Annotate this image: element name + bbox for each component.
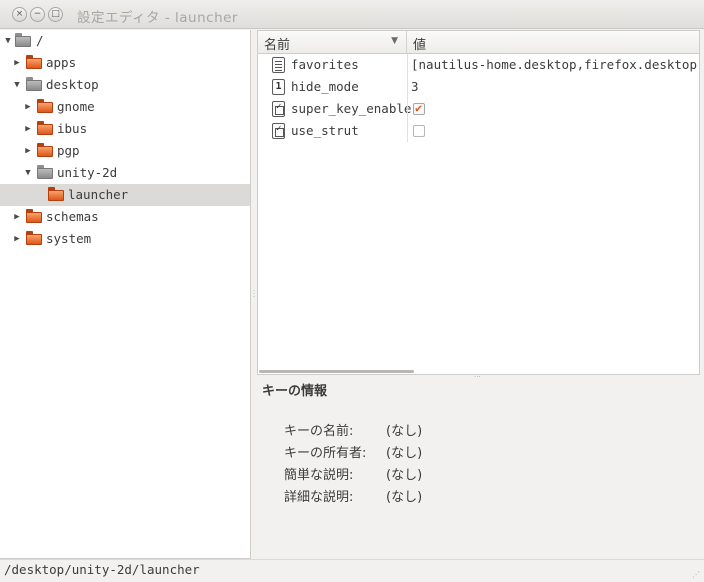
key-info-label: キーの所有者: xyxy=(284,446,367,461)
tree-item-ibus[interactable]: ▶ ibus xyxy=(0,118,250,140)
tree-item-root[interactable]: ▼ / xyxy=(0,30,250,52)
tree-item-pgp[interactable]: ▶ pgp xyxy=(0,140,250,162)
keys-list[interactable]: 名前 ▼ 値 favorites [nautilus-home.desktop,… xyxy=(257,30,700,375)
window-title: 設定エディタ - launcher xyxy=(77,10,238,26)
folder-icon xyxy=(26,231,42,245)
tree-item-launcher[interactable]: launcher xyxy=(0,184,250,206)
status-path: /desktop/unity-2d/launcher xyxy=(4,562,200,577)
folder-icon xyxy=(37,143,53,157)
key-name: favorites xyxy=(291,57,359,72)
minimize-icon: − xyxy=(33,9,42,19)
expander-collapsed-icon[interactable]: ▶ xyxy=(23,100,33,114)
tree-item-unity-2d[interactable]: ▼ unity-2d xyxy=(0,162,250,184)
key-info-value: (なし) xyxy=(386,468,423,483)
expander-collapsed-icon[interactable]: ▶ xyxy=(12,210,22,224)
keys-header: 名前 ▼ 値 xyxy=(258,31,699,54)
value-checkbox[interactable] xyxy=(413,101,425,115)
tree-item-label: desktop xyxy=(46,77,99,92)
expander-collapsed-icon[interactable]: ▶ xyxy=(23,144,33,158)
expander-expanded-icon[interactable]: ▼ xyxy=(12,78,22,92)
horizontal-scrollbar[interactable] xyxy=(259,370,414,373)
expander-expanded-icon[interactable]: ▼ xyxy=(23,166,33,180)
tree-item-apps[interactable]: ▶ apps xyxy=(0,52,250,74)
tree-item-label: / xyxy=(36,33,44,48)
expander-collapsed-icon[interactable]: ▶ xyxy=(23,122,33,136)
expander-expanded-icon[interactable]: ▼ xyxy=(3,34,13,48)
sort-descending-icon: ▼ xyxy=(391,36,398,46)
pane-splitter-handle[interactable]: ··· xyxy=(474,374,486,381)
tree-item-label: system xyxy=(46,231,92,246)
tree-item-label: apps xyxy=(46,55,77,70)
tree-item-label: pgp xyxy=(57,143,80,158)
key-info-value: (なし) xyxy=(386,446,423,461)
key-row-favorites[interactable]: favorites [nautilus-home.desktop,firefox… xyxy=(258,54,699,76)
folder-icon xyxy=(15,33,31,47)
key-info-row: キーの名前: (なし) xyxy=(284,420,422,439)
key-row-use-strut[interactable]: use_strut xyxy=(258,120,699,142)
integer-type-icon: 1 xyxy=(272,79,285,95)
value-checkbox[interactable] xyxy=(413,125,425,137)
column-header-name[interactable]: 名前 ▼ xyxy=(258,31,407,54)
key-row-hide-mode[interactable]: 1 hide_mode 3 xyxy=(258,76,699,98)
close-icon: × xyxy=(15,9,24,19)
tree-item-gnome[interactable]: ▶ gnome xyxy=(0,96,250,118)
key-info-row: 簡単な説明: (なし) xyxy=(284,464,422,483)
boolean-type-icon xyxy=(272,101,285,117)
expander-collapsed-icon[interactable]: ▶ xyxy=(12,232,22,246)
key-info-label: 簡単な説明: xyxy=(284,468,354,483)
key-info-label: 詳細な説明: xyxy=(284,490,354,505)
close-button[interactable]: × xyxy=(12,7,27,22)
tree-item-label: unity-2d xyxy=(57,165,118,180)
key-info-title: キーの情報 xyxy=(262,384,328,399)
key-info-value: (なし) xyxy=(386,490,423,505)
tree-item-desktop[interactable]: ▼ desktop xyxy=(0,74,250,96)
title-bar: × − □ 設定エディタ - launcher xyxy=(0,0,704,29)
boolean-type-icon xyxy=(272,123,285,139)
maximize-button[interactable]: □ xyxy=(48,7,63,22)
key-name: use_strut xyxy=(291,123,359,138)
key-value[interactable]: 3 xyxy=(411,79,419,95)
maximize-icon: □ xyxy=(51,9,60,19)
minimize-button[interactable]: − xyxy=(30,7,45,22)
column-header-value-label: 値 xyxy=(413,38,427,53)
tree-item-label: ibus xyxy=(57,121,88,136)
key-name: super_key_enable xyxy=(291,101,412,116)
key-info-row: 詳細な説明: (なし) xyxy=(284,486,422,505)
folder-icon xyxy=(26,55,42,69)
tree-item-schemas[interactable]: ▶ schemas xyxy=(0,206,250,228)
folder-icon xyxy=(37,121,53,135)
list-type-icon xyxy=(272,57,285,73)
resize-grip-icon[interactable]: ⋰ xyxy=(692,570,702,580)
folder-icon xyxy=(48,187,64,201)
key-value[interactable]: [nautilus-home.desktop,firefox.desktop,g… xyxy=(411,57,699,73)
folder-icon xyxy=(26,209,42,223)
key-name: hide_mode xyxy=(291,79,359,94)
key-info-value: (なし) xyxy=(386,424,423,439)
folder-icon xyxy=(37,165,53,179)
status-bar: /desktop/unity-2d/launcher ⋰ xyxy=(0,559,704,582)
tree-item-label: schemas xyxy=(46,209,99,224)
tree-item-label: gnome xyxy=(57,99,95,114)
folder-icon xyxy=(26,77,42,91)
key-row-super-key-enable[interactable]: super_key_enable xyxy=(258,98,699,120)
key-info-label: キーの名前: xyxy=(284,424,354,439)
schema-tree[interactable]: ▼ / ▶ apps ▼ desktop ▶ gnome ▶ ibus ▶ pg… xyxy=(0,30,251,559)
folder-icon xyxy=(37,99,53,113)
tree-item-label: launcher xyxy=(68,187,129,202)
column-header-name-label: 名前 xyxy=(264,38,291,53)
key-info-row: キーの所有者: (なし) xyxy=(284,442,422,461)
expander-collapsed-icon[interactable]: ▶ xyxy=(12,56,22,70)
tree-item-system[interactable]: ▶ system xyxy=(0,228,250,250)
